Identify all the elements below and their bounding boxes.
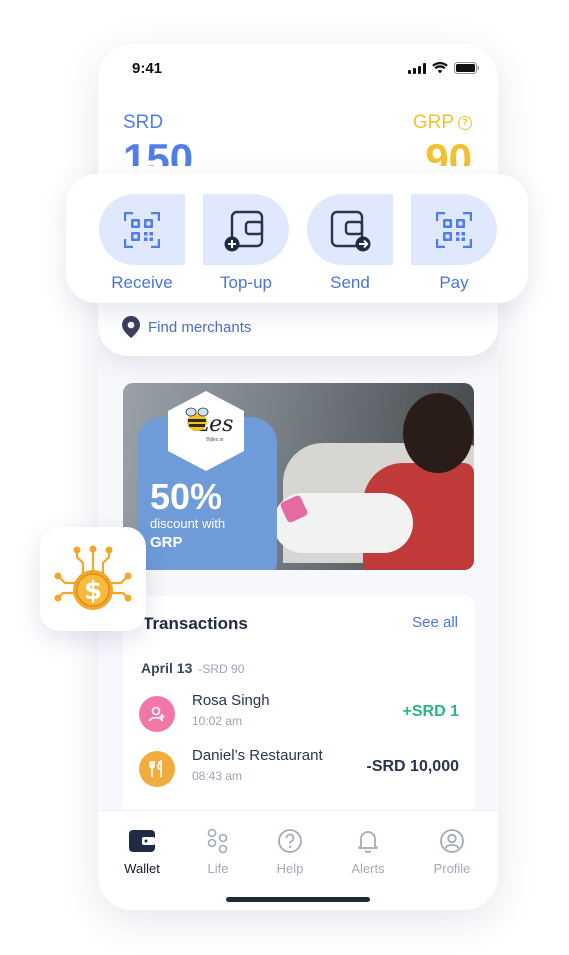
location-pin-icon (122, 316, 140, 338)
tab-label: Life (207, 861, 229, 876)
transaction-row[interactable]: Rosa Singh 10:02 am +SRD 1 (139, 692, 459, 736)
coin-symbol: $ (84, 576, 102, 606)
promo-line1: discount with (150, 516, 226, 531)
tab-label: Alerts (351, 861, 385, 876)
srd-currency-label: SRD (123, 112, 164, 133)
grp-currency-label: GRP (412, 112, 454, 133)
home-indicator (226, 897, 370, 902)
find-merchants-link[interactable]: Find merchants (122, 316, 251, 338)
profile-icon (422, 827, 482, 855)
promo-percent: 50% (150, 476, 223, 517)
tab-label: Help (276, 861, 304, 876)
transaction-date-label: April 13 (141, 660, 193, 676)
tab-label: Profile (433, 861, 471, 876)
promo-line2: GRP (150, 534, 183, 551)
tab-alerts[interactable]: Alerts (338, 827, 398, 876)
receive-label: Receive (111, 273, 173, 292)
wifi-icon (432, 62, 448, 74)
tab-life[interactable]: Life (188, 827, 248, 876)
transaction-amount: +SRD 1 (402, 703, 459, 720)
tab-profile[interactable]: Profile (422, 827, 482, 876)
transaction-time: 10:02 am (192, 714, 243, 728)
coin-circuit-badge: $ (40, 527, 146, 631)
status-icons (408, 62, 480, 74)
fork-knife-icon (139, 751, 175, 787)
qr-code-icon (411, 194, 497, 265)
battery-icon (454, 62, 480, 74)
pay-label: Pay (439, 273, 469, 292)
grp-balance: GRP ? 90 (413, 112, 472, 166)
transaction-date-total: -SRD 90 (198, 662, 245, 676)
grp-help-icon[interactable]: ? (458, 116, 472, 130)
action-bar: Receive Top-up Send Pay (66, 174, 528, 303)
transaction-date: April 13 -SRD 90 (141, 660, 244, 676)
bell-icon (338, 827, 398, 855)
send-label: Send (330, 273, 370, 292)
pay-button[interactable]: Pay (411, 194, 497, 293)
promo-banner[interactable]: Les Bijles.sr 50% discount with GRP (123, 383, 474, 570)
tab-wallet[interactable]: Wallet (112, 827, 172, 876)
srd-balance: SRD 150 (123, 112, 193, 166)
banner-photo-hair (403, 393, 473, 473)
transaction-name: Daniel’s Restaurant (192, 747, 323, 764)
tab-help[interactable]: Help (260, 827, 320, 876)
topup-label: Top-up (220, 273, 272, 292)
srd-amount: 150 (123, 136, 194, 166)
transactions-title: Transactions (143, 614, 248, 633)
qr-code-icon (99, 194, 185, 265)
bottom-tab-bar: Wallet Life Help Alerts Profile (98, 810, 498, 910)
wallet-plus-icon (203, 194, 289, 265)
receive-button[interactable]: Receive (99, 194, 185, 293)
status-time: 9:41 (132, 60, 163, 77)
transaction-row[interactable]: Daniel’s Restaurant 08:43 am -SRD 10,000 (139, 747, 459, 791)
see-all-link[interactable]: See all (412, 614, 458, 631)
question-icon (260, 827, 320, 855)
partner-logo-sub: Bijles.sr (206, 436, 224, 443)
person-add-icon (139, 696, 175, 732)
wallet-send-icon (307, 194, 393, 265)
transaction-time: 08:43 am (192, 769, 243, 783)
grp-amount: 90 (425, 136, 472, 166)
tab-label: Wallet (124, 861, 160, 876)
find-merchants-label: Find merchants (148, 318, 252, 336)
wallet-icon (112, 827, 172, 855)
topup-button[interactable]: Top-up (203, 194, 289, 293)
send-button[interactable]: Send (307, 194, 393, 293)
transaction-name: Rosa Singh (192, 692, 270, 709)
transaction-amount: -SRD 10,000 (366, 758, 460, 775)
grp-currency-row: GRP ? (413, 112, 472, 134)
life-icon (188, 827, 248, 855)
coin-circuit-icon: $ (54, 545, 132, 610)
bee-icon (185, 407, 209, 431)
signal-icon (408, 62, 426, 74)
